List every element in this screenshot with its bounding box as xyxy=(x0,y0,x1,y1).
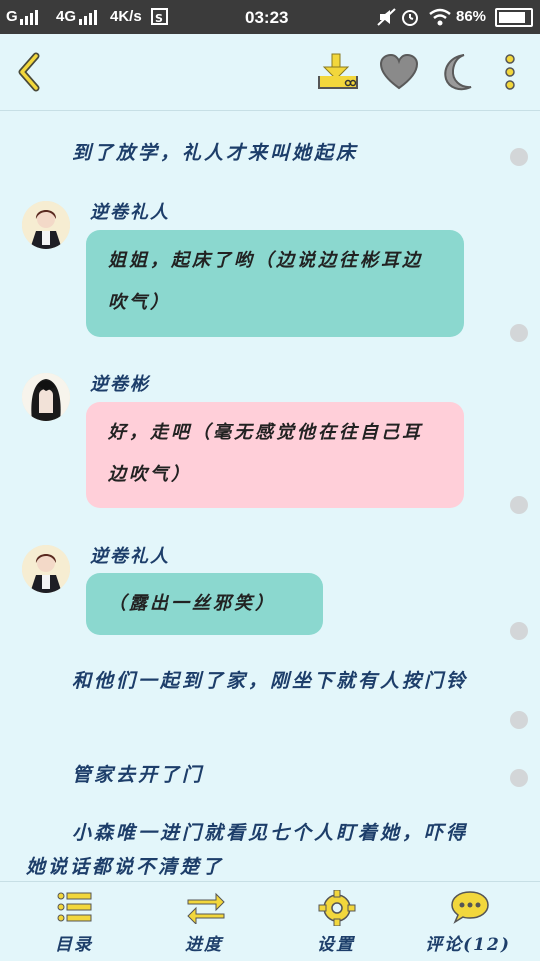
moon-icon[interactable] xyxy=(438,52,478,92)
progress-label: 进度 xyxy=(185,935,223,955)
toc-label: 目录 xyxy=(55,935,93,955)
settings-button[interactable]: 设置 xyxy=(286,882,386,961)
download-icon[interactable] xyxy=(316,52,360,92)
heart-icon[interactable] xyxy=(379,54,419,90)
paragraph-comment-dot[interactable] xyxy=(510,769,528,787)
paragraph-4-text: 小森唯一进门就看见七个人盯着她，吓得她说话都说不清楚了 xyxy=(26,822,469,878)
alarm-icon xyxy=(402,10,418,26)
paragraph-2-text: 和他们一起到了家，刚坐下就有人按门铃 xyxy=(72,670,469,692)
gear-icon xyxy=(318,890,356,926)
settings-label: 设置 xyxy=(317,935,355,955)
speaker-name: 逆卷礼人 xyxy=(90,202,170,223)
status-bar: G 4G 4K/s S 03:23 86% xyxy=(0,0,540,34)
paragraph-comment-dot[interactable] xyxy=(510,148,528,166)
avatar-reiji[interactable] xyxy=(22,201,70,249)
avatar-reiji[interactable] xyxy=(22,545,70,593)
list-icon xyxy=(57,892,92,922)
paragraph-comment-dot[interactable] xyxy=(510,711,528,729)
network-type: 4G xyxy=(56,8,77,25)
paragraph-3-text: 管家去开了门 xyxy=(72,764,205,786)
paragraph-1: 到了放学，礼人才来叫她起床 xyxy=(26,136,486,170)
battery-icon xyxy=(495,8,533,27)
clock: 03:23 xyxy=(245,8,289,27)
paragraph-1-text: 到了放学，礼人才来叫她起床 xyxy=(72,142,359,164)
swap-arrows-icon xyxy=(187,892,225,924)
reader-toolbar xyxy=(0,34,540,111)
battery-percent: 86% xyxy=(456,8,487,25)
paragraph-comment-dot[interactable] xyxy=(510,622,528,640)
comments-label: 评论(12) xyxy=(425,935,511,955)
message-bubble[interactable]: 姐姐，起床了哟（边说边往彬耳边吹气） xyxy=(86,230,464,337)
paragraph-3: 管家去开了门 xyxy=(26,758,486,792)
svg-text:S: S xyxy=(155,12,163,25)
more-vertical-icon[interactable] xyxy=(502,54,518,94)
progress-button[interactable]: 进度 xyxy=(154,882,254,961)
carrier-text: G xyxy=(6,8,18,25)
message-bubble[interactable]: 好，走吧（毫无感觉他在往自己耳边吹气） xyxy=(86,402,464,508)
back-icon[interactable] xyxy=(14,52,44,92)
speaker-name: 逆卷礼人 xyxy=(90,546,170,567)
paragraph-4: 小森唯一进门就看见七个人盯着她，吓得她说话都说不清楚了 xyxy=(26,816,486,881)
signal-icon-2 xyxy=(79,10,97,25)
chapter-content[interactable]: 到了放学，礼人才来叫她起床 逆卷礼人 姐姐，起床了哟（边说边往彬耳边吹气） 逆卷… xyxy=(0,111,540,881)
speaker-name: 逆卷彬 xyxy=(90,374,150,395)
network-speed: 4K/s xyxy=(110,8,142,25)
avatar-ayato[interactable] xyxy=(22,373,70,421)
screenshot-icon: S xyxy=(151,8,168,25)
mute-icon xyxy=(377,8,396,26)
paragraph-comment-dot[interactable] xyxy=(510,324,528,342)
comments-button[interactable]: 评论(12) xyxy=(418,882,518,961)
signal-icon xyxy=(20,10,38,25)
chat-bubble-icon xyxy=(451,891,489,924)
toc-button[interactable]: 目录 xyxy=(24,882,124,961)
message-bubble[interactable]: （露出一丝邪笑） xyxy=(86,573,323,635)
bottom-nav: 目录 进度 设置 评论(12) xyxy=(0,881,540,961)
wifi-icon xyxy=(429,8,451,26)
paragraph-comment-dot[interactable] xyxy=(510,496,528,514)
paragraph-2: 和他们一起到了家，刚坐下就有人按门铃 xyxy=(26,664,486,698)
